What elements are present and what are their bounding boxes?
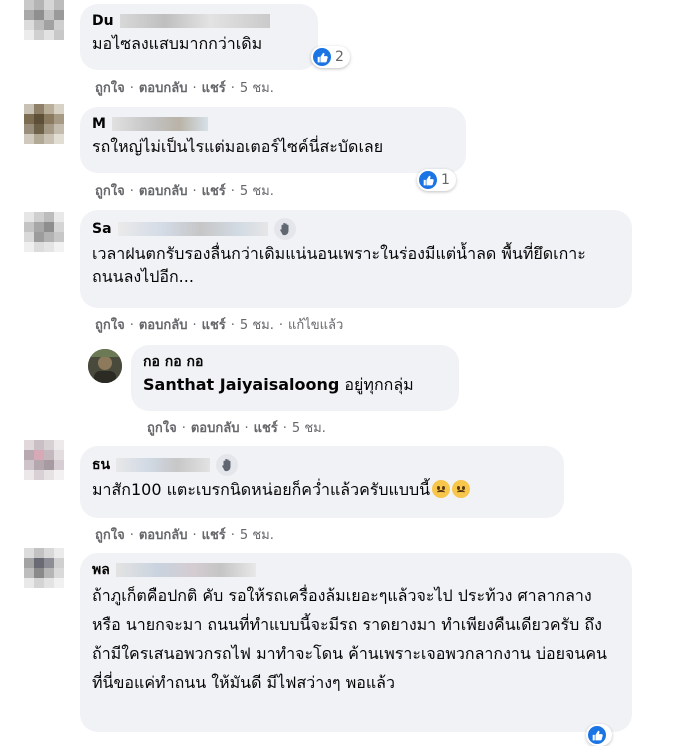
comment-actions: ถูกใจ · ตอบกลับ · แชร์ · 5 ชม.: [95, 81, 274, 97]
reply-link[interactable]: ตอบกลับ: [139, 184, 188, 199]
like-link[interactable]: ถูกใจ: [95, 318, 125, 333]
like-link[interactable]: ถูกใจ: [95, 184, 125, 199]
reply-link[interactable]: ตอบกลับ: [139, 318, 188, 333]
like-link[interactable]: ถูกใจ: [95, 528, 125, 543]
share-link[interactable]: แชร์: [202, 528, 226, 543]
blurred-name: [111, 117, 208, 131]
reply-link[interactable]: ตอบกลับ: [191, 421, 240, 436]
comment-text: เวลาฝนตกรับรองลื่นกว่าเดิมแน่นอนเพราะในร…: [92, 244, 586, 286]
reaction-count[interactable]: [586, 724, 612, 746]
reply-bubble: กอ กอ กอ Santhat Jaiyaisaloong อยู่ทุกกล…: [131, 345, 459, 411]
top-fan-badge-icon: [216, 454, 239, 476]
comment-author[interactable]: Sa: [92, 220, 112, 238]
separator: ·: [129, 81, 134, 96]
comment-text: มอไซลงแสบมากกว่าเดิม: [92, 34, 263, 53]
timestamp[interactable]: 5 ชม.: [240, 318, 274, 333]
reply-link[interactable]: ตอบกลับ: [139, 81, 188, 96]
separator: ·: [192, 81, 197, 96]
like-reaction-icon: [588, 726, 606, 744]
edited-label[interactable]: แก้ไขแล้ว: [288, 318, 343, 333]
blurred-name: [116, 458, 211, 472]
comment-author[interactable]: ธน: [92, 456, 110, 474]
separator: ·: [230, 528, 235, 543]
like-reaction-icon: [313, 48, 331, 66]
blurred-name: [117, 222, 268, 236]
comment-author[interactable]: พล: [92, 561, 110, 579]
mention-link[interactable]: Santhat Jaiyaisaloong: [143, 375, 339, 394]
separator: ·: [230, 81, 235, 96]
share-link[interactable]: แชร์: [202, 318, 226, 333]
like-reaction-icon: [419, 171, 437, 189]
like-link[interactable]: ถูกใจ: [95, 81, 125, 96]
comment-actions: ถูกใจ · ตอบกลับ · แชร์ · 5 ชม.: [95, 184, 274, 200]
separator: ·: [129, 318, 134, 333]
comment-bubble: ธน มาสัก100 แตะเบรกนิดหน่อยก็คว่ำแล้วครั…: [80, 446, 564, 518]
comment-text: ถ้าภูเก็ตคือปกติ คับ รอให้รถเครื่องล้มเย…: [92, 586, 607, 692]
top-fan-badge-icon: [273, 218, 296, 240]
comment-text: มาสัก100 แตะเบรกนิดหน่อยก็คว่ำแล้วครับแบ…: [92, 480, 431, 499]
share-link[interactable]: แชร์: [202, 81, 226, 96]
comment-actions: ถูกใจ · ตอบกลับ · แชร์ · 5 ชม.: [95, 528, 274, 544]
like-link[interactable]: ถูกใจ: [147, 421, 177, 436]
comment-bubble: Du มอไซลงแสบมากกว่าเดิม: [80, 4, 318, 70]
avatar[interactable]: [24, 548, 64, 588]
comment-author[interactable]: M: [92, 115, 106, 133]
reaction-number: 1: [441, 172, 450, 188]
separator: ·: [181, 421, 186, 436]
timestamp[interactable]: 5 ชม.: [240, 184, 274, 199]
separator: ·: [129, 528, 134, 543]
avatar[interactable]: [24, 440, 64, 480]
share-link[interactable]: แชร์: [254, 421, 278, 436]
comment-bubble: M รถใหญ่ไม่เป็นไรแต่มอเตอร์ไซค์นี่สะบัดเ…: [80, 107, 466, 173]
separator: ·: [192, 528, 197, 543]
comment-text: อยู่ทุกกลุ่ม: [339, 375, 414, 394]
sad-face-icon: [452, 480, 471, 498]
reaction-number: 2: [335, 49, 344, 65]
separator: ·: [129, 184, 134, 199]
reaction-count[interactable]: 1: [417, 169, 456, 191]
blurred-name: [119, 14, 270, 28]
comment-bubble: พล ถ้าภูเก็ตคือปกติ คับ รอให้รถเครื่องล้…: [80, 553, 632, 732]
avatar[interactable]: [24, 104, 64, 144]
reply-link[interactable]: ตอบกลับ: [139, 528, 188, 543]
avatar[interactable]: [88, 349, 122, 383]
comment-bubble: Sa เวลาฝนตกรับรองลื่นกว่าเดิมแน่นอนเพราะ…: [80, 210, 632, 308]
separator: ·: [230, 184, 235, 199]
separator: ·: [192, 184, 197, 199]
separator: ·: [244, 421, 249, 436]
comment-actions: ถูกใจ · ตอบกลับ · แชร์ · 5 ชม.: [147, 421, 326, 437]
reaction-count[interactable]: 2: [311, 46, 350, 68]
blurred-name: [115, 563, 256, 577]
share-link[interactable]: แชร์: [202, 184, 226, 199]
timestamp[interactable]: 5 ชม.: [240, 528, 274, 543]
avatar[interactable]: [24, 212, 64, 252]
separator: ·: [192, 318, 197, 333]
comment-actions: ถูกใจ · ตอบกลับ · แชร์ · 5 ชม. · แก้ไขแล้ว: [95, 318, 343, 334]
timestamp[interactable]: 5 ชม.: [292, 421, 326, 436]
comment-author[interactable]: Du: [92, 12, 114, 30]
separator: ·: [282, 421, 287, 436]
avatar[interactable]: [24, 0, 64, 40]
timestamp[interactable]: 5 ชม.: [240, 81, 274, 96]
comment-author[interactable]: กอ กอ กอ: [143, 353, 203, 371]
comment-text: รถใหญ่ไม่เป็นไรแต่มอเตอร์ไซค์นี่สะบัดเลย: [92, 137, 384, 156]
sad-face-icon: [432, 480, 451, 498]
separator: ·: [278, 318, 283, 333]
separator: ·: [230, 318, 235, 333]
